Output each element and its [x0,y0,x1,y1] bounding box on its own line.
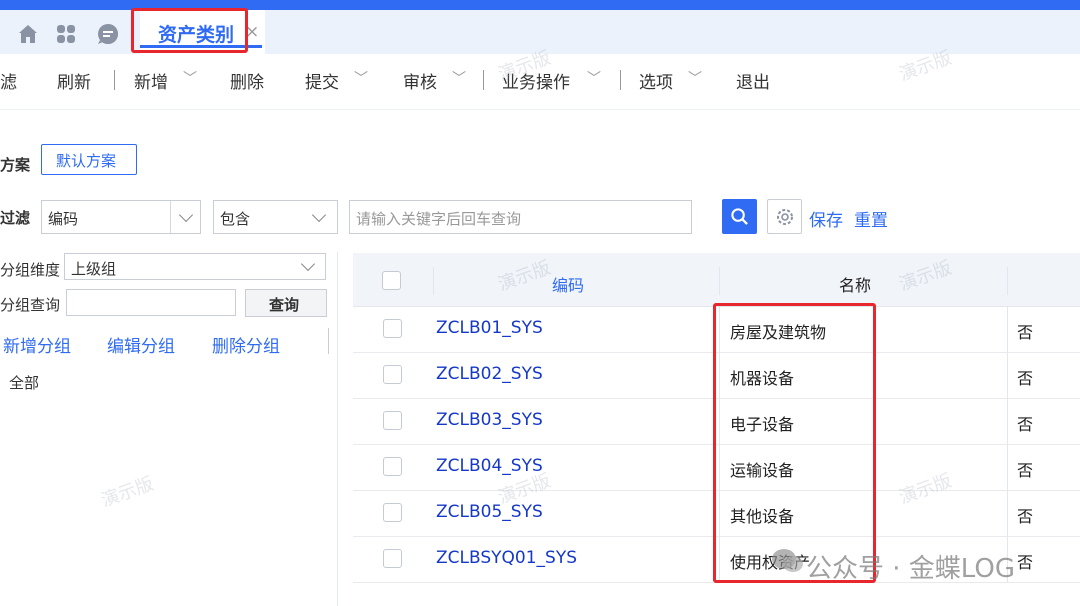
apps-grid-icon[interactable] [54,22,78,46]
chevron-down-icon[interactable] [178,207,194,223]
row-code-link[interactable]: ZCLBSYQ01_SYS [436,548,577,568]
chevron-down-icon[interactable]: ﹀ [183,68,197,88]
row-code-link[interactable]: ZCLB03_SYS [436,410,543,430]
cell-divider [1007,445,1008,491]
message-icon[interactable] [96,22,120,46]
row-flag: 否 [1017,553,1034,572]
row-flag: 否 [1017,461,1034,480]
group-dimension-label: 分组维度 [0,261,61,279]
scheme-label: 方案 [0,156,31,174]
row-code-link[interactable]: ZCLB01_SYS [436,318,543,338]
cell-divider [1007,491,1008,537]
filter-operator-value: 包含 [220,210,251,228]
group-tree-root[interactable]: 全部 [9,372,39,393]
search-icon [731,208,748,225]
chevron-down-icon[interactable] [300,256,316,272]
header-divider [719,267,720,295]
row-code-link[interactable]: ZCLB02_SYS [436,364,543,384]
toolbar-audit-button[interactable]: 审核 [403,68,437,93]
row-checkbox[interactable] [383,549,402,568]
row-flag: 否 [1017,323,1034,342]
gear-icon [777,209,793,225]
toolbar-delete-button[interactable]: 删除 [230,68,264,93]
delete-group-link[interactable]: 删除分组 [212,332,280,357]
save-filter-link[interactable]: 保存 [809,206,843,231]
row-checkbox[interactable] [383,319,402,338]
toolbar-separator [483,70,484,90]
wechat-icon [772,549,803,572]
row-flag: 否 [1017,507,1034,526]
table-header: 编码 名称 [353,253,1080,307]
keyword-search-placeholder: 请输入关键字后回车查询 [356,210,522,228]
filter-field-select[interactable]: 编码 [41,200,201,234]
toolbar-refresh-button[interactable]: 刷新 [57,68,91,93]
header-name[interactable]: 名称 [839,272,871,296]
group-dimension-select[interactable]: 上级组 [64,253,326,280]
row-flag: 否 [1017,415,1034,434]
toolbar-separator [114,70,115,90]
filter-operator-select[interactable]: 包含 [213,200,338,234]
row-checkbox[interactable] [383,365,402,384]
chevron-down-icon[interactable]: ﹀ [688,68,702,88]
row-flag: 否 [1017,369,1034,388]
toolbar-separator [620,70,621,90]
cell-divider [1007,353,1008,399]
filter-field-value: 编码 [48,210,79,228]
highlight-box-name-column [713,303,876,583]
toolbar-filter-button[interactable]: 滤 [0,68,17,93]
header-divider [433,267,434,295]
row-code-link[interactable]: ZCLB05_SYS [436,502,543,522]
cell-divider [1007,399,1008,445]
group-query-label: 分组查询 [0,296,61,314]
default-scheme-label: 默认方案 [56,152,117,170]
highlight-box-tab [131,8,248,53]
group-query-button[interactable]: 查询 [245,289,327,317]
overlay-caption: 公众号 · 金蝶LOG [806,554,1015,584]
group-query-button-label: 查询 [269,296,300,314]
chevron-down-icon[interactable] [311,207,327,223]
home-icon[interactable] [16,22,40,46]
header-divider [1007,267,1008,295]
toolbar-submit-button[interactable]: 提交 [305,68,339,93]
edit-group-link[interactable]: 编辑分组 [107,332,175,357]
toolbar-add-button[interactable]: 新增 [134,68,168,93]
reset-filter-link[interactable]: 重置 [854,206,888,231]
row-checkbox[interactable] [383,457,402,476]
row-checkbox[interactable] [383,411,402,430]
chevron-down-icon[interactable]: ﹀ [452,68,466,88]
header-code[interactable]: 编码 [552,272,584,296]
add-group-link[interactable]: 新增分组 [3,332,71,357]
toolbar-options-button[interactable]: 选项 [639,68,673,93]
group-dimension-value: 上级组 [71,260,117,278]
chevron-down-icon[interactable]: ﹀ [587,68,601,88]
filter-label: 过滤 [0,209,31,227]
cell-divider [1007,307,1008,353]
select-all-checkbox[interactable] [382,271,401,290]
group-query-input[interactable] [66,289,236,316]
select-divider [170,201,171,233]
default-scheme-button[interactable]: 默认方案 [41,144,137,175]
row-checkbox[interactable] [383,503,402,522]
group-actions-divider [328,328,329,354]
chevron-down-icon[interactable]: ﹀ [354,68,368,88]
keyword-search-input[interactable]: 请输入关键字后回车查询 [349,200,692,234]
search-button[interactable] [722,199,757,234]
toolbar-exit-button[interactable]: 退出 [736,68,770,93]
filter-settings-button[interactable] [767,199,802,234]
